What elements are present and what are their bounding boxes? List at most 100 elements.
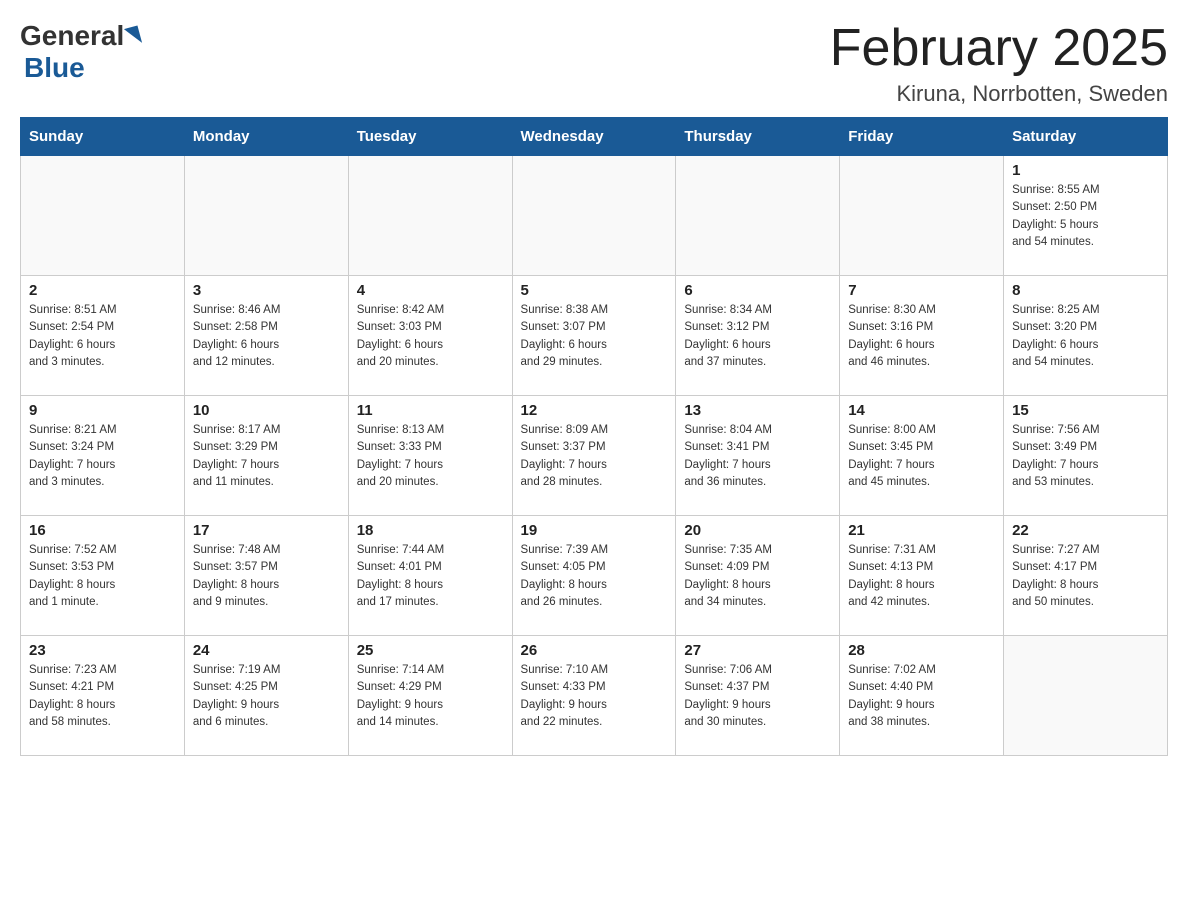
day-of-week-friday: Friday bbox=[840, 118, 1004, 156]
day-of-week-saturday: Saturday bbox=[1004, 118, 1168, 156]
day-info: Sunrise: 7:10 AM Sunset: 4:33 PM Dayligh… bbox=[521, 662, 668, 731]
calendar-title: February 2025 bbox=[830, 20, 1168, 77]
calendar-cell: 2 Sunrise: 8:51 AM Sunset: 2:54 PM Daylig… bbox=[21, 276, 185, 396]
day-number: 22 bbox=[1012, 522, 1159, 539]
calendar-week-1: 1 Sunrise: 8:55 AM Sunset: 2:50 PM Daylig… bbox=[21, 156, 1168, 276]
day-number: 15 bbox=[1012, 402, 1159, 419]
day-info: Sunrise: 7:27 AM Sunset: 4:17 PM Dayligh… bbox=[1012, 542, 1159, 611]
day-info: Sunrise: 7:31 AM Sunset: 4:13 PM Dayligh… bbox=[848, 542, 995, 611]
day-number: 1 bbox=[1012, 162, 1159, 179]
day-info: Sunrise: 7:35 AM Sunset: 4:09 PM Dayligh… bbox=[684, 542, 831, 611]
day-number: 27 bbox=[684, 642, 831, 659]
calendar-subtitle: Kiruna, Norrbotten, Sweden bbox=[830, 81, 1168, 107]
day-info: Sunrise: 8:34 AM Sunset: 3:12 PM Dayligh… bbox=[684, 302, 831, 371]
day-number: 13 bbox=[684, 402, 831, 419]
calendar-week-5: 23 Sunrise: 7:23 AM Sunset: 4:21 PM Dayli… bbox=[21, 636, 1168, 756]
day-info: Sunrise: 8:51 AM Sunset: 2:54 PM Dayligh… bbox=[29, 302, 176, 371]
day-number: 2 bbox=[29, 282, 176, 299]
calendar-cell: 4 Sunrise: 8:42 AM Sunset: 3:03 PM Daylig… bbox=[348, 276, 512, 396]
calendar-cell bbox=[21, 156, 185, 276]
page-header: General Blue February 2025 Kiruna, Norrb… bbox=[20, 20, 1168, 107]
calendar-cell: 15 Sunrise: 7:56 AM Sunset: 3:49 PM Dayli… bbox=[1004, 396, 1168, 516]
day-info: Sunrise: 8:38 AM Sunset: 3:07 PM Dayligh… bbox=[521, 302, 668, 371]
day-of-week-thursday: Thursday bbox=[676, 118, 840, 156]
day-of-week-sunday: Sunday bbox=[21, 118, 185, 156]
calendar-cell bbox=[676, 156, 840, 276]
calendar-cell: 10 Sunrise: 8:17 AM Sunset: 3:29 PM Dayli… bbox=[184, 396, 348, 516]
day-number: 28 bbox=[848, 642, 995, 659]
logo: General Blue bbox=[20, 20, 140, 84]
calendar-cell: 3 Sunrise: 8:46 AM Sunset: 2:58 PM Daylig… bbox=[184, 276, 348, 396]
day-number: 25 bbox=[357, 642, 504, 659]
day-info: Sunrise: 8:30 AM Sunset: 3:16 PM Dayligh… bbox=[848, 302, 995, 371]
day-number: 21 bbox=[848, 522, 995, 539]
day-number: 14 bbox=[848, 402, 995, 419]
day-number: 9 bbox=[29, 402, 176, 419]
day-info: Sunrise: 7:06 AM Sunset: 4:37 PM Dayligh… bbox=[684, 662, 831, 731]
logo-arrow-icon bbox=[124, 25, 142, 46]
calendar-cell: 18 Sunrise: 7:44 AM Sunset: 4:01 PM Dayli… bbox=[348, 516, 512, 636]
calendar-cell: 26 Sunrise: 7:10 AM Sunset: 4:33 PM Dayli… bbox=[512, 636, 676, 756]
day-info: Sunrise: 7:48 AM Sunset: 3:57 PM Dayligh… bbox=[193, 542, 340, 611]
day-info: Sunrise: 7:19 AM Sunset: 4:25 PM Dayligh… bbox=[193, 662, 340, 731]
day-number: 10 bbox=[193, 402, 340, 419]
calendar-cell: 21 Sunrise: 7:31 AM Sunset: 4:13 PM Dayli… bbox=[840, 516, 1004, 636]
day-number: 4 bbox=[357, 282, 504, 299]
calendar-cell: 5 Sunrise: 8:38 AM Sunset: 3:07 PM Daylig… bbox=[512, 276, 676, 396]
calendar-cell: 1 Sunrise: 8:55 AM Sunset: 2:50 PM Daylig… bbox=[1004, 156, 1168, 276]
day-number: 12 bbox=[521, 402, 668, 419]
calendar-cell: 14 Sunrise: 8:00 AM Sunset: 3:45 PM Dayli… bbox=[840, 396, 1004, 516]
day-number: 16 bbox=[29, 522, 176, 539]
calendar-cell: 8Sunrise: 8:25 AM Sunset: 3:20 PM Daylig… bbox=[1004, 276, 1168, 396]
calendar-cell: 20 Sunrise: 7:35 AM Sunset: 4:09 PM Dayli… bbox=[676, 516, 840, 636]
calendar-cell bbox=[512, 156, 676, 276]
calendar-cell: 25 Sunrise: 7:14 AM Sunset: 4:29 PM Dayli… bbox=[348, 636, 512, 756]
day-number: 17 bbox=[193, 522, 340, 539]
day-info: Sunrise: 7:44 AM Sunset: 4:01 PM Dayligh… bbox=[357, 542, 504, 611]
day-number: 26 bbox=[521, 642, 668, 659]
logo-blue-text: Blue bbox=[24, 52, 85, 84]
days-of-week-row: SundayMondayTuesdayWednesdayThursdayFrid… bbox=[21, 118, 1168, 156]
calendar-cell: 6Sunrise: 8:34 AM Sunset: 3:12 PM Daylig… bbox=[676, 276, 840, 396]
day-number: 8 bbox=[1012, 282, 1159, 299]
day-info: Sunrise: 8:13 AM Sunset: 3:33 PM Dayligh… bbox=[357, 422, 504, 491]
calendar-body: 1 Sunrise: 8:55 AM Sunset: 2:50 PM Daylig… bbox=[21, 156, 1168, 756]
day-info: Sunrise: 7:39 AM Sunset: 4:05 PM Dayligh… bbox=[521, 542, 668, 611]
day-info: Sunrise: 7:56 AM Sunset: 3:49 PM Dayligh… bbox=[1012, 422, 1159, 491]
day-number: 20 bbox=[684, 522, 831, 539]
day-number: 11 bbox=[357, 402, 504, 419]
calendar-header: SundayMondayTuesdayWednesdayThursdayFrid… bbox=[21, 118, 1168, 156]
calendar-cell: 13 Sunrise: 8:04 AM Sunset: 3:41 PM Dayli… bbox=[676, 396, 840, 516]
day-info: Sunrise: 7:23 AM Sunset: 4:21 PM Dayligh… bbox=[29, 662, 176, 731]
day-info: Sunrise: 8:42 AM Sunset: 3:03 PM Dayligh… bbox=[357, 302, 504, 371]
day-info: Sunrise: 8:55 AM Sunset: 2:50 PM Dayligh… bbox=[1012, 182, 1159, 251]
calendar-week-4: 16 Sunrise: 7:52 AM Sunset: 3:53 PM Dayli… bbox=[21, 516, 1168, 636]
day-info: Sunrise: 8:00 AM Sunset: 3:45 PM Dayligh… bbox=[848, 422, 995, 491]
calendar-cell bbox=[348, 156, 512, 276]
calendar-cell: 19Sunrise: 7:39 AM Sunset: 4:05 PM Dayli… bbox=[512, 516, 676, 636]
calendar-cell bbox=[1004, 636, 1168, 756]
title-area: February 2025 Kiruna, Norrbotten, Sweden bbox=[830, 20, 1168, 107]
day-number: 24 bbox=[193, 642, 340, 659]
day-of-week-tuesday: Tuesday bbox=[348, 118, 512, 156]
day-info: Sunrise: 8:04 AM Sunset: 3:41 PM Dayligh… bbox=[684, 422, 831, 491]
calendar-cell: 9Sunrise: 8:21 AM Sunset: 3:24 PM Daylig… bbox=[21, 396, 185, 516]
day-number: 18 bbox=[357, 522, 504, 539]
day-of-week-monday: Monday bbox=[184, 118, 348, 156]
day-info: Sunrise: 8:17 AM Sunset: 3:29 PM Dayligh… bbox=[193, 422, 340, 491]
calendar-cell: 27 Sunrise: 7:06 AM Sunset: 4:37 PM Dayli… bbox=[676, 636, 840, 756]
calendar-cell: 12Sunrise: 8:09 AM Sunset: 3:37 PM Dayli… bbox=[512, 396, 676, 516]
calendar-cell bbox=[840, 156, 1004, 276]
day-number: 3 bbox=[193, 282, 340, 299]
calendar-cell: 17 Sunrise: 7:48 AM Sunset: 3:57 PM Dayli… bbox=[184, 516, 348, 636]
calendar-cell: 24 Sunrise: 7:19 AM Sunset: 4:25 PM Dayli… bbox=[184, 636, 348, 756]
day-info: Sunrise: 7:14 AM Sunset: 4:29 PM Dayligh… bbox=[357, 662, 504, 731]
calendar-cell: 7Sunrise: 8:30 AM Sunset: 3:16 PM Daylig… bbox=[840, 276, 1004, 396]
day-number: 23 bbox=[29, 642, 176, 659]
calendar-cell: 23 Sunrise: 7:23 AM Sunset: 4:21 PM Dayli… bbox=[21, 636, 185, 756]
day-number: 5 bbox=[521, 282, 668, 299]
day-info: Sunrise: 8:46 AM Sunset: 2:58 PM Dayligh… bbox=[193, 302, 340, 371]
calendar-cell: 16 Sunrise: 7:52 AM Sunset: 3:53 PM Dayli… bbox=[21, 516, 185, 636]
day-info: Sunrise: 7:52 AM Sunset: 3:53 PM Dayligh… bbox=[29, 542, 176, 611]
calendar-cell: 22 Sunrise: 7:27 AM Sunset: 4:17 PM Dayli… bbox=[1004, 516, 1168, 636]
